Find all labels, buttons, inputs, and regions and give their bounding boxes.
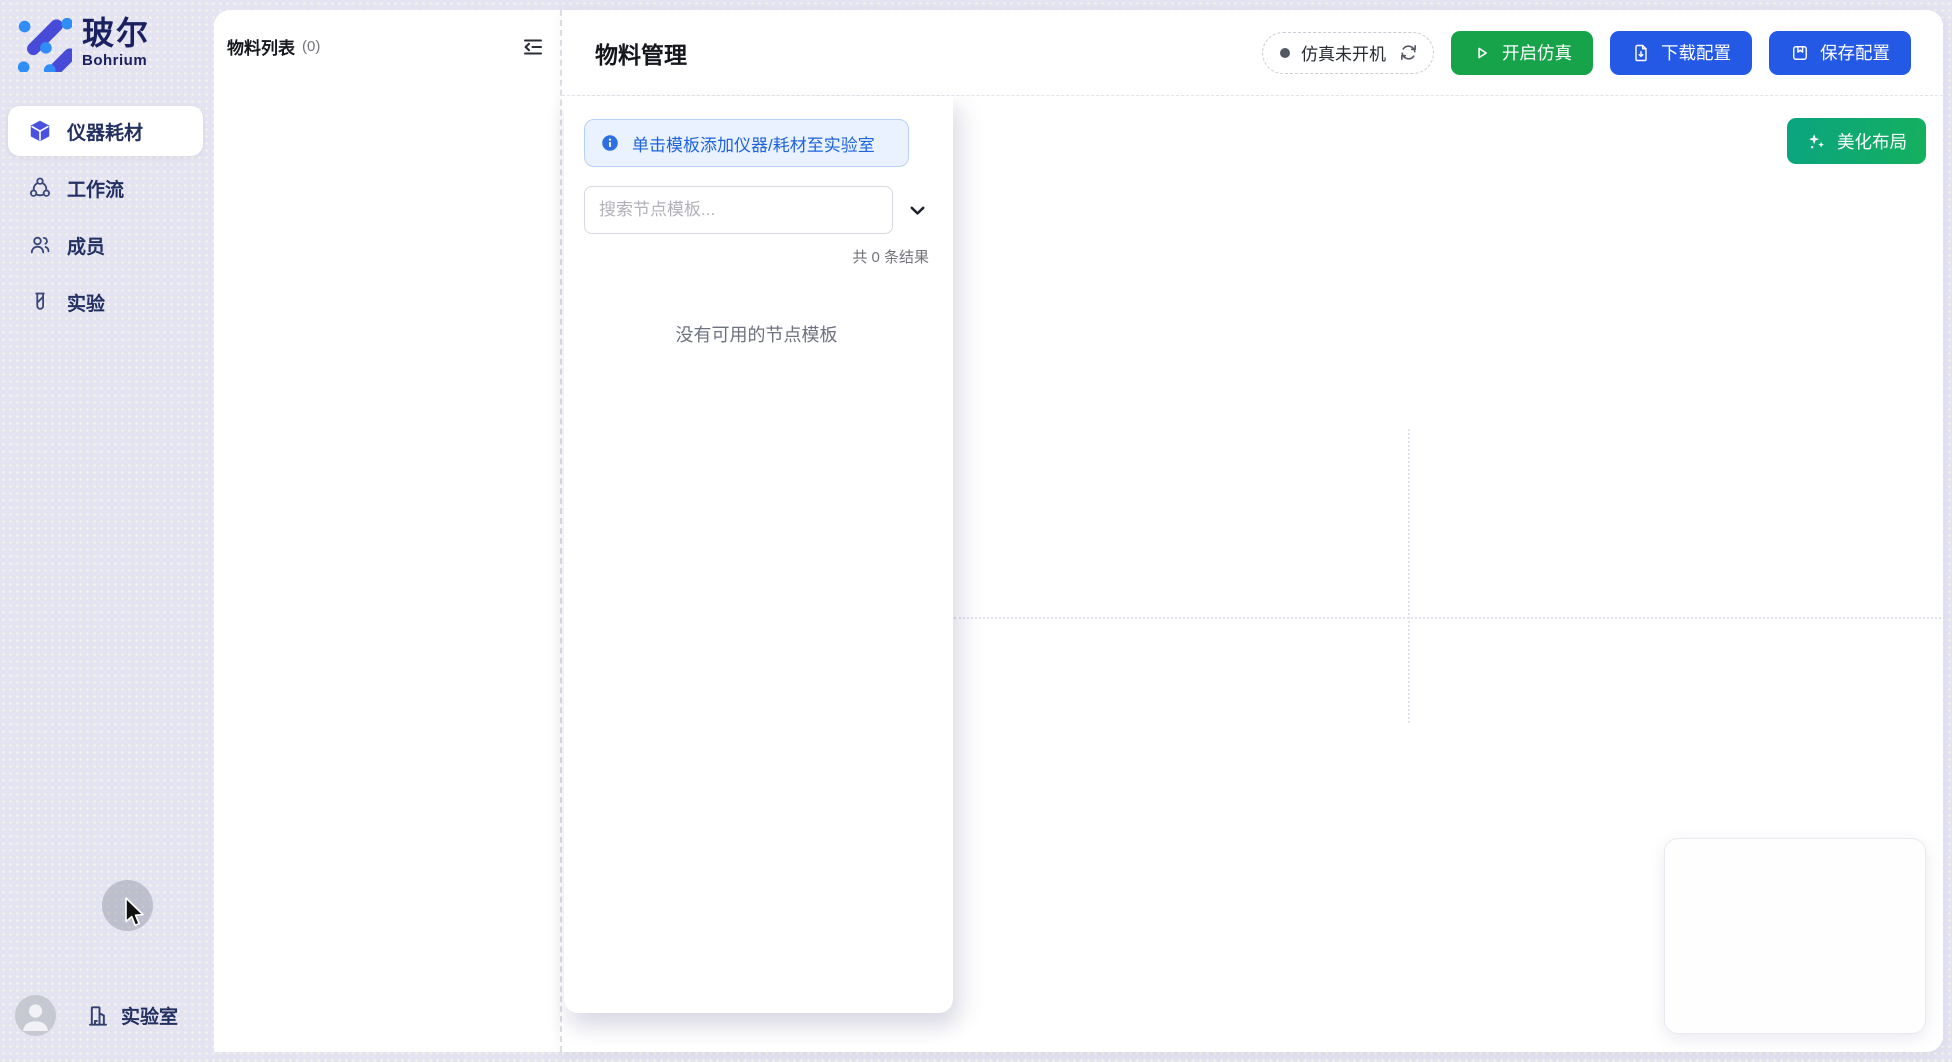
start-simulation-button[interactable]: 开启仿真 — [1451, 31, 1593, 75]
building-icon — [85, 1003, 111, 1029]
sidebar-item-members[interactable]: 成员 — [8, 220, 203, 270]
collapse-panel-icon[interactable] — [521, 35, 545, 59]
empty-template-message: 没有可用的节点模板 — [584, 321, 929, 347]
refresh-icon[interactable] — [1399, 43, 1418, 62]
beautify-layout-button[interactable]: 美化布局 — [1787, 118, 1926, 164]
material-list-count: (0) — [302, 38, 320, 55]
minimap-panel[interactable] — [1664, 838, 1926, 1034]
logo-mark-icon — [14, 14, 72, 72]
sidebar-item-label: 成员 — [67, 232, 105, 259]
users-icon — [28, 233, 52, 257]
header-actions: 仿真未开机 开启仿真 — [1262, 31, 1911, 75]
brand-logo[interactable]: 玻尔 Bohrium — [14, 14, 150, 72]
template-panel: 单击模板添加仪器/耗材至实验室 共 0 条结果 没有可用的节点模板 — [564, 96, 953, 1013]
lab-label: 实验室 — [121, 1002, 178, 1029]
save-config-button[interactable]: 保存配置 — [1769, 31, 1911, 75]
sidebar-item-experiments[interactable]: 实验 — [8, 277, 203, 327]
material-list-panel: 物料列表 (0) — [214, 10, 560, 1052]
sidebar-item-label: 实验 — [67, 289, 105, 316]
file-download-icon — [1631, 43, 1651, 63]
status-dot — [1280, 48, 1290, 58]
sidebar-item-label: 工作流 — [67, 175, 124, 202]
sidebar-menu: 仪器耗材 工作流 成员 — [8, 106, 203, 334]
result-count: 共 0 条结果 — [584, 246, 929, 267]
sparkles-icon — [1806, 131, 1827, 152]
status-label: 仿真未开机 — [1301, 40, 1386, 65]
avatar — [15, 995, 56, 1036]
sidebar-item-workflow[interactable]: 工作流 — [8, 163, 203, 213]
layout-canvas[interactable]: 单击模板添加仪器/耗材至实验室 共 0 条结果 没有可用的节点模板 — [562, 96, 1943, 1052]
canvas-guide-horizontal — [954, 617, 1941, 619]
brand-name-en: Bohrium — [82, 52, 150, 69]
cursor-pointer — [124, 897, 147, 928]
brand-name-zh: 玻尔 — [82, 17, 150, 51]
main-header: 物料管理 仿真未开机 — [562, 10, 1943, 96]
sidebar-footer-lab[interactable]: 实验室 — [15, 995, 178, 1036]
tip-banner-text: 单击模板添加仪器/耗材至实验室 — [632, 131, 875, 156]
sidebar-item-instruments[interactable]: 仪器耗材 — [8, 106, 203, 156]
download-config-button[interactable]: 下载配置 — [1610, 31, 1752, 75]
material-list-title: 物料列表 — [227, 34, 295, 59]
search-dropdown-chevron-icon[interactable] — [906, 199, 929, 222]
simulation-status-pill: 仿真未开机 — [1262, 32, 1434, 74]
main-card: 物料管理 仿真未开机 — [560, 10, 1943, 1052]
canvas-guide-vertical — [1408, 429, 1410, 723]
search-template-input[interactable] — [584, 186, 893, 234]
save-icon — [1790, 43, 1810, 63]
workflow-icon — [28, 176, 52, 200]
tip-banner: 单击模板添加仪器/耗材至实验室 — [584, 119, 909, 167]
sidebar-item-label: 仪器耗材 — [67, 118, 143, 145]
page-title: 物料管理 — [595, 36, 687, 70]
cube-icon — [28, 119, 52, 143]
material-list-header: 物料列表 (0) — [214, 10, 560, 59]
info-icon — [600, 133, 620, 153]
testtube-icon — [28, 290, 52, 314]
play-icon — [1472, 43, 1492, 63]
